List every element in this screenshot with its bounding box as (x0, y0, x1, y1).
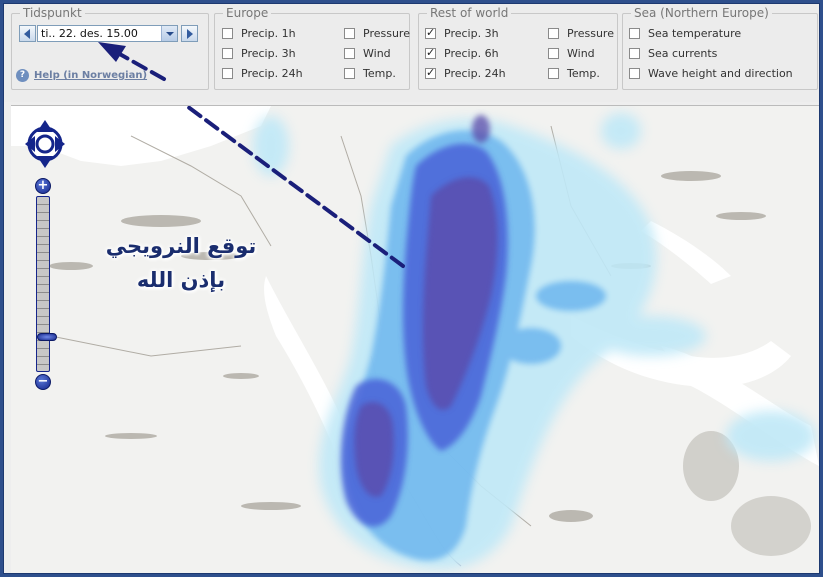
row-temp-label: Temp. (567, 66, 600, 80)
europe-pressure-label: Pressure (363, 26, 410, 40)
weather-map-window: Tidspunkt ti.. 22. des. 15.00 ? Help (in… (3, 3, 820, 574)
row-precip-6h-checkbox[interactable] (425, 46, 436, 59)
map-canvas[interactable] (11, 106, 819, 573)
zoom-slider-handle[interactable] (37, 333, 57, 341)
row-pressure-option[interactable]: Pressure (548, 26, 614, 40)
row-precip-6h-label: Precip. 6h (444, 46, 499, 60)
row-pressure-checkbox[interactable] (548, 27, 559, 39)
europe-pressure-option[interactable]: Pressure (344, 26, 410, 40)
sea-waves-checkbox[interactable] (629, 67, 640, 79)
europe-precip-1h-label: Precip. 1h (241, 26, 296, 40)
europe-precip-3h-option[interactable]: Precip. 3h (222, 46, 296, 60)
europe-precip-1h-option[interactable]: Precip. 1h (222, 26, 296, 40)
help-icon[interactable]: ? (16, 69, 29, 82)
time-group-legend: Tidspunkt (23, 6, 82, 20)
row-precip-24h-checkbox[interactable] (425, 66, 436, 79)
annotation-line-2: بإذن الله (136, 268, 226, 292)
sea-legend: Sea (Northern Europe) (634, 6, 769, 20)
zoom-slider-track[interactable] (36, 196, 57, 372)
europe-precip-24h-label: Precip. 24h (241, 66, 303, 80)
chevron-down-icon[interactable] (161, 26, 177, 41)
sea-temperature-label: Sea temperature (648, 26, 742, 40)
time-select[interactable]: ti.. 22. des. 15.00 (37, 25, 178, 42)
zoom-control: + − (33, 178, 57, 390)
previous-time-button[interactable] (19, 25, 36, 42)
help-link-container: ? Help (in Norwegian) (16, 69, 147, 82)
europe-pressure-checkbox[interactable] (344, 27, 355, 39)
sea-temperature-option[interactable]: Sea temperature (629, 26, 741, 40)
row-pressure-label: Pressure (567, 26, 614, 40)
rest-of-world-legend: Rest of world (430, 6, 509, 20)
europe-temp-option[interactable]: Temp. (344, 66, 396, 80)
row-precip-24h-label: Precip. 24h (444, 66, 506, 80)
sea-currents-checkbox[interactable] (629, 47, 640, 59)
time-select-value: ti.. 22. des. 15.00 (41, 27, 138, 40)
zoom-out-button[interactable]: − (35, 374, 51, 390)
row-precip-3h-checkbox[interactable] (425, 26, 436, 39)
europe-wind-option[interactable]: Wind (344, 46, 391, 60)
annotation-line-1: توقع النرويجي (105, 234, 257, 258)
row-wind-label: Wind (567, 46, 595, 60)
sea-waves-label: Wave height and direction (648, 66, 793, 80)
europe-legend: Europe (226, 6, 269, 20)
europe-wind-label: Wind (363, 46, 391, 60)
help-link[interactable]: Help (in Norwegian) (34, 70, 147, 81)
row-wind-option[interactable]: Wind (548, 46, 595, 60)
row-precip-3h-label: Precip. 3h (444, 26, 499, 40)
row-precip-3h-option[interactable]: Precip. 3h (425, 26, 499, 40)
row-temp-checkbox[interactable] (548, 67, 559, 79)
row-temp-option[interactable]: Temp. (548, 66, 600, 80)
next-time-button[interactable] (181, 25, 198, 42)
europe-precip-24h-option[interactable]: Precip. 24h (222, 66, 303, 80)
row-precip-24h-option[interactable]: Precip. 24h (425, 66, 506, 80)
row-wind-checkbox[interactable] (548, 47, 559, 59)
sea-temperature-checkbox[interactable] (629, 27, 640, 39)
row-precip-6h-option[interactable]: Precip. 6h (425, 46, 499, 60)
weather-map[interactable]: + − توقع النرويجي بإذن الله (11, 105, 819, 573)
sea-currents-label: Sea currents (648, 46, 718, 60)
europe-precip-3h-label: Precip. 3h (241, 46, 296, 60)
europe-precip-1h-checkbox[interactable] (222, 27, 233, 39)
zoom-in-button[interactable]: + (35, 178, 51, 194)
europe-wind-checkbox[interactable] (344, 47, 355, 59)
sea-waves-option[interactable]: Wave height and direction (629, 66, 793, 80)
control-panel: Tidspunkt ti.. 22. des. 15.00 ? Help (in… (4, 4, 819, 102)
sea-currents-option[interactable]: Sea currents (629, 46, 717, 60)
europe-precip-3h-checkbox[interactable] (222, 47, 233, 59)
europe-precip-24h-checkbox[interactable] (222, 67, 233, 79)
europe-temp-label: Temp. (363, 66, 396, 80)
europe-temp-checkbox[interactable] (344, 67, 355, 79)
